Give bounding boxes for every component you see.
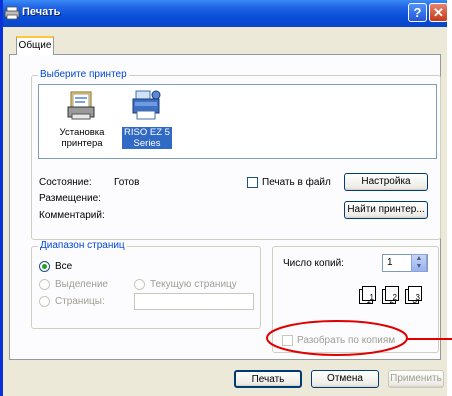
print-to-file-checkbox[interactable] (247, 177, 258, 188)
find-printer-button[interactable]: Найти принтер... (344, 201, 428, 219)
pages-input[interactable] (134, 293, 254, 310)
spin-up-icon[interactable]: ▲ (416, 255, 423, 262)
radio-selection-label: Выделение (55, 279, 108, 290)
printer-item-label: Установка принтера (59, 127, 105, 149)
radio-current-page[interactable] (134, 279, 145, 290)
radio-pages[interactable] (39, 296, 50, 307)
page-range-legend: Диапазон страниц (38, 240, 127, 251)
printer-item-add[interactable]: Установка принтера (51, 89, 113, 149)
add-printer-icon (67, 91, 95, 120)
print-button[interactable]: Печать (234, 370, 302, 388)
location-label: Размещение: (39, 193, 101, 204)
printer-group-legend: Выберите принтер (38, 69, 129, 80)
printer-icon (132, 90, 161, 120)
radio-all-label: Все (55, 261, 73, 272)
close-button[interactable]: ✕ (429, 3, 447, 22)
copies-spinner[interactable]: ▲ ▼ (411, 254, 427, 272)
window-title: Печать (22, 6, 61, 18)
printer-list[interactable]: Установка принтера RISO EZ 5 Series (38, 84, 437, 159)
printer-item-riso[interactable]: RISO EZ 5 Series (116, 89, 178, 149)
status-label: Состояние: (39, 177, 92, 188)
cancel-button[interactable]: Отмена (311, 370, 379, 388)
help-button[interactable]: ? (408, 3, 427, 22)
apply-button[interactable]: Применить (388, 370, 444, 388)
comment-label: Комментарий: (39, 210, 105, 221)
collate-page-front: 1 (362, 286, 376, 302)
copies-value: 1 (387, 257, 393, 268)
radio-all[interactable] (39, 261, 50, 272)
collate-page-front: 2 (385, 286, 399, 302)
collate-page-front: 3 (408, 286, 422, 302)
print-to-file-label: Печать в файл (262, 177, 331, 188)
radio-pages-label: Страницы: (55, 296, 105, 307)
collate-label: Разобрать по копиям (297, 335, 396, 346)
copies-label: Число копий: (283, 258, 344, 269)
tab-general[interactable]: Общие (16, 36, 54, 55)
radio-selection[interactable] (39, 279, 50, 290)
printer-item-label-selected: RISO EZ 5 Series (122, 127, 172, 149)
collate-checkbox[interactable] (282, 335, 293, 346)
status-value: Готов (114, 177, 140, 188)
settings-button[interactable]: Настройка (344, 173, 428, 191)
printer-icon (4, 6, 20, 20)
spin-down-icon[interactable]: ▼ (416, 263, 423, 270)
title-bar: Печать ? ✕ (3, 0, 447, 27)
radio-current-page-label: Текущую страницу (150, 279, 237, 290)
